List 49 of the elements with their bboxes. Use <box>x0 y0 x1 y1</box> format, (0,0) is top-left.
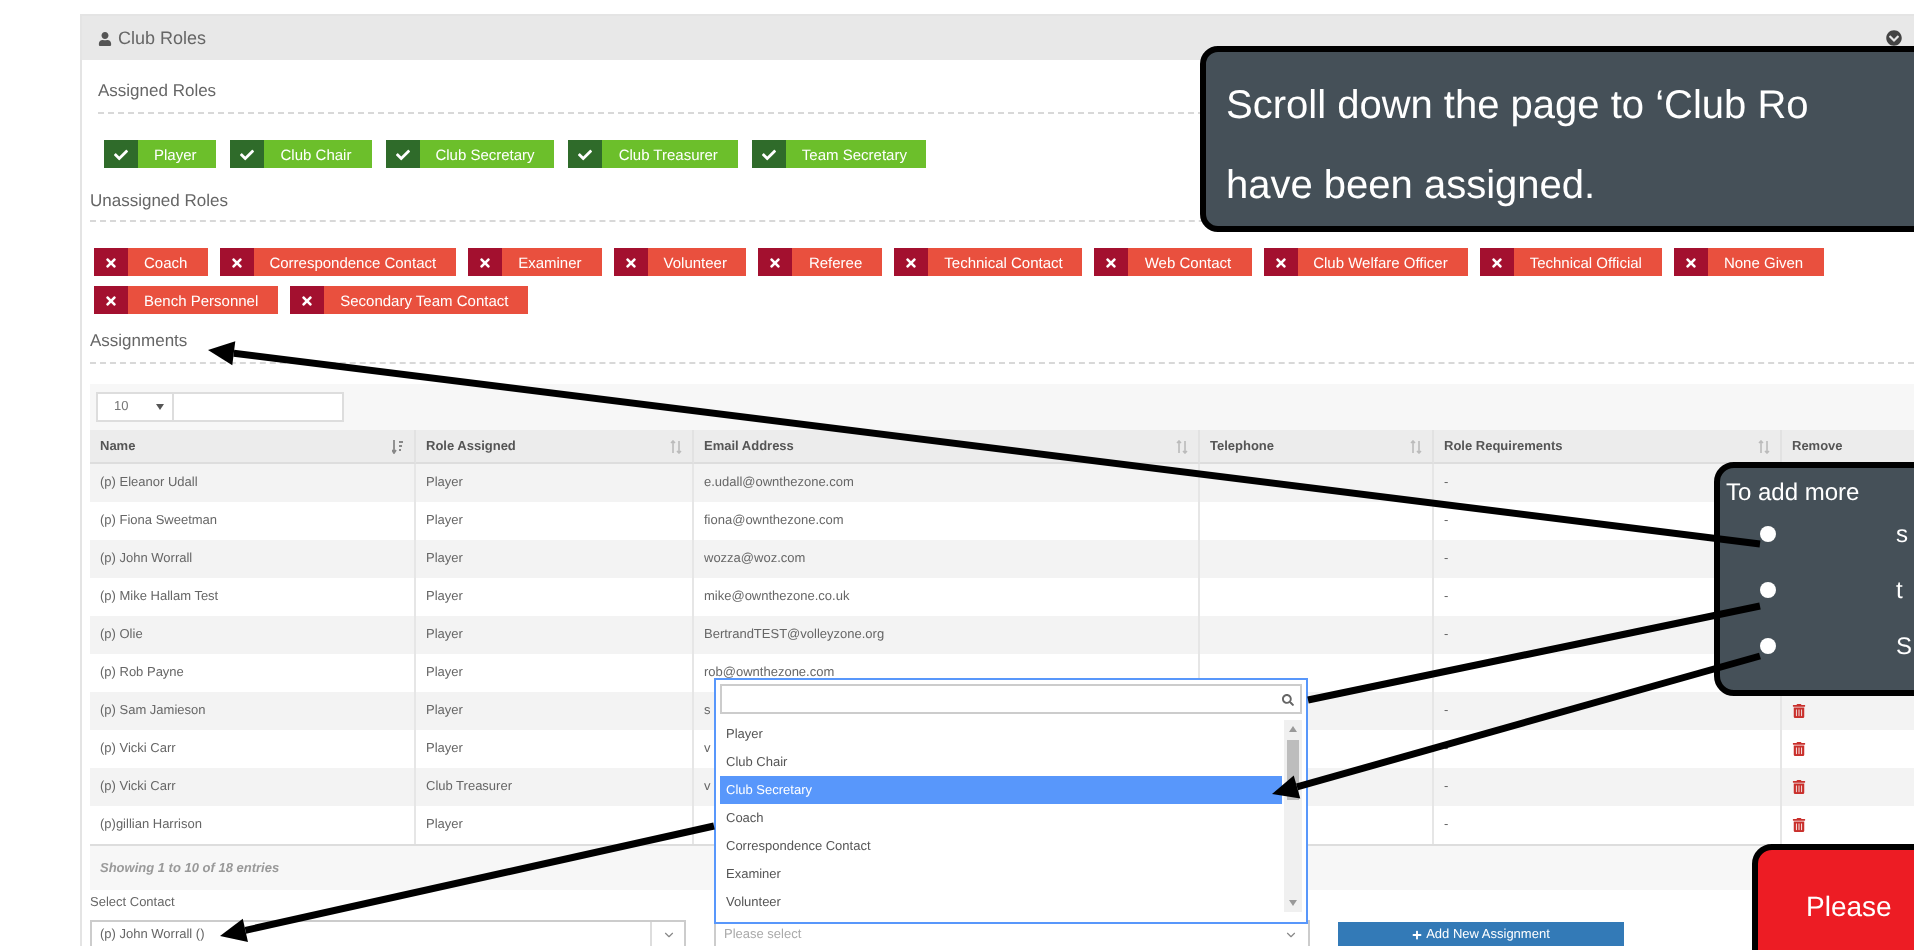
check-icon <box>114 147 128 161</box>
cross-icon <box>229 255 244 269</box>
cross-icon <box>1273 255 1288 269</box>
section-heading: Unassigned Roles <box>90 189 228 209</box>
chevron-icon <box>661 927 675 941</box>
search-icon <box>1282 693 1294 705</box>
callout-text: Scroll down the page to ‘Club Ro <box>1226 82 1809 132</box>
check-icon <box>761 147 776 161</box>
scrollbar[interactable] <box>1284 720 1302 912</box>
cross-icon <box>623 255 638 269</box>
bullet-dot <box>1760 582 1776 598</box>
callout-text: s <box>1896 520 1910 548</box>
dropdown-search-field[interactable] <box>720 684 1302 714</box>
section-heading: Assigned Roles <box>98 80 217 100</box>
user-icon <box>98 31 112 45</box>
section-heading: Assignments <box>90 330 188 350</box>
cross-icon <box>478 255 493 269</box>
trash-icon[interactable] <box>1792 742 1806 756</box>
chevron-icon <box>1284 927 1298 941</box>
cross-icon <box>904 255 919 269</box>
callout-text: S <box>1896 632 1914 660</box>
callout-text: t <box>1896 576 1905 604</box>
bullet-dot <box>1760 638 1776 654</box>
cross-icon <box>768 255 783 269</box>
sort-icon[interactable] <box>1410 439 1422 453</box>
bullet-dot <box>1760 526 1776 542</box>
sort-icon[interactable] <box>670 439 682 453</box>
trash-icon[interactable] <box>1792 818 1806 832</box>
trash-icon[interactable] <box>1792 780 1806 794</box>
sort-icon[interactable] <box>1176 439 1188 453</box>
collapse-icon[interactable] <box>1886 30 1902 46</box>
check-icon <box>578 147 593 161</box>
plus-icon <box>1412 929 1423 939</box>
trash-icon[interactable] <box>1792 704 1806 718</box>
caret-icon <box>156 404 164 410</box>
cross-icon <box>104 293 118 307</box>
panel-title: Club Roles <box>118 28 207 48</box>
cross-icon <box>104 255 118 269</box>
callout-text: have been assigned. <box>1226 162 1596 212</box>
search-field[interactable] <box>174 392 344 422</box>
sort-ascending-icon[interactable] <box>392 439 404 453</box>
check-icon <box>395 147 410 161</box>
cross-icon <box>1489 255 1504 269</box>
cross-icon <box>300 293 315 307</box>
sort-icon[interactable] <box>1758 439 1770 453</box>
callout-text: Please <box>1806 890 1892 922</box>
cross-icon <box>1683 255 1698 269</box>
cross-icon <box>1104 255 1119 269</box>
check-icon <box>240 147 255 161</box>
